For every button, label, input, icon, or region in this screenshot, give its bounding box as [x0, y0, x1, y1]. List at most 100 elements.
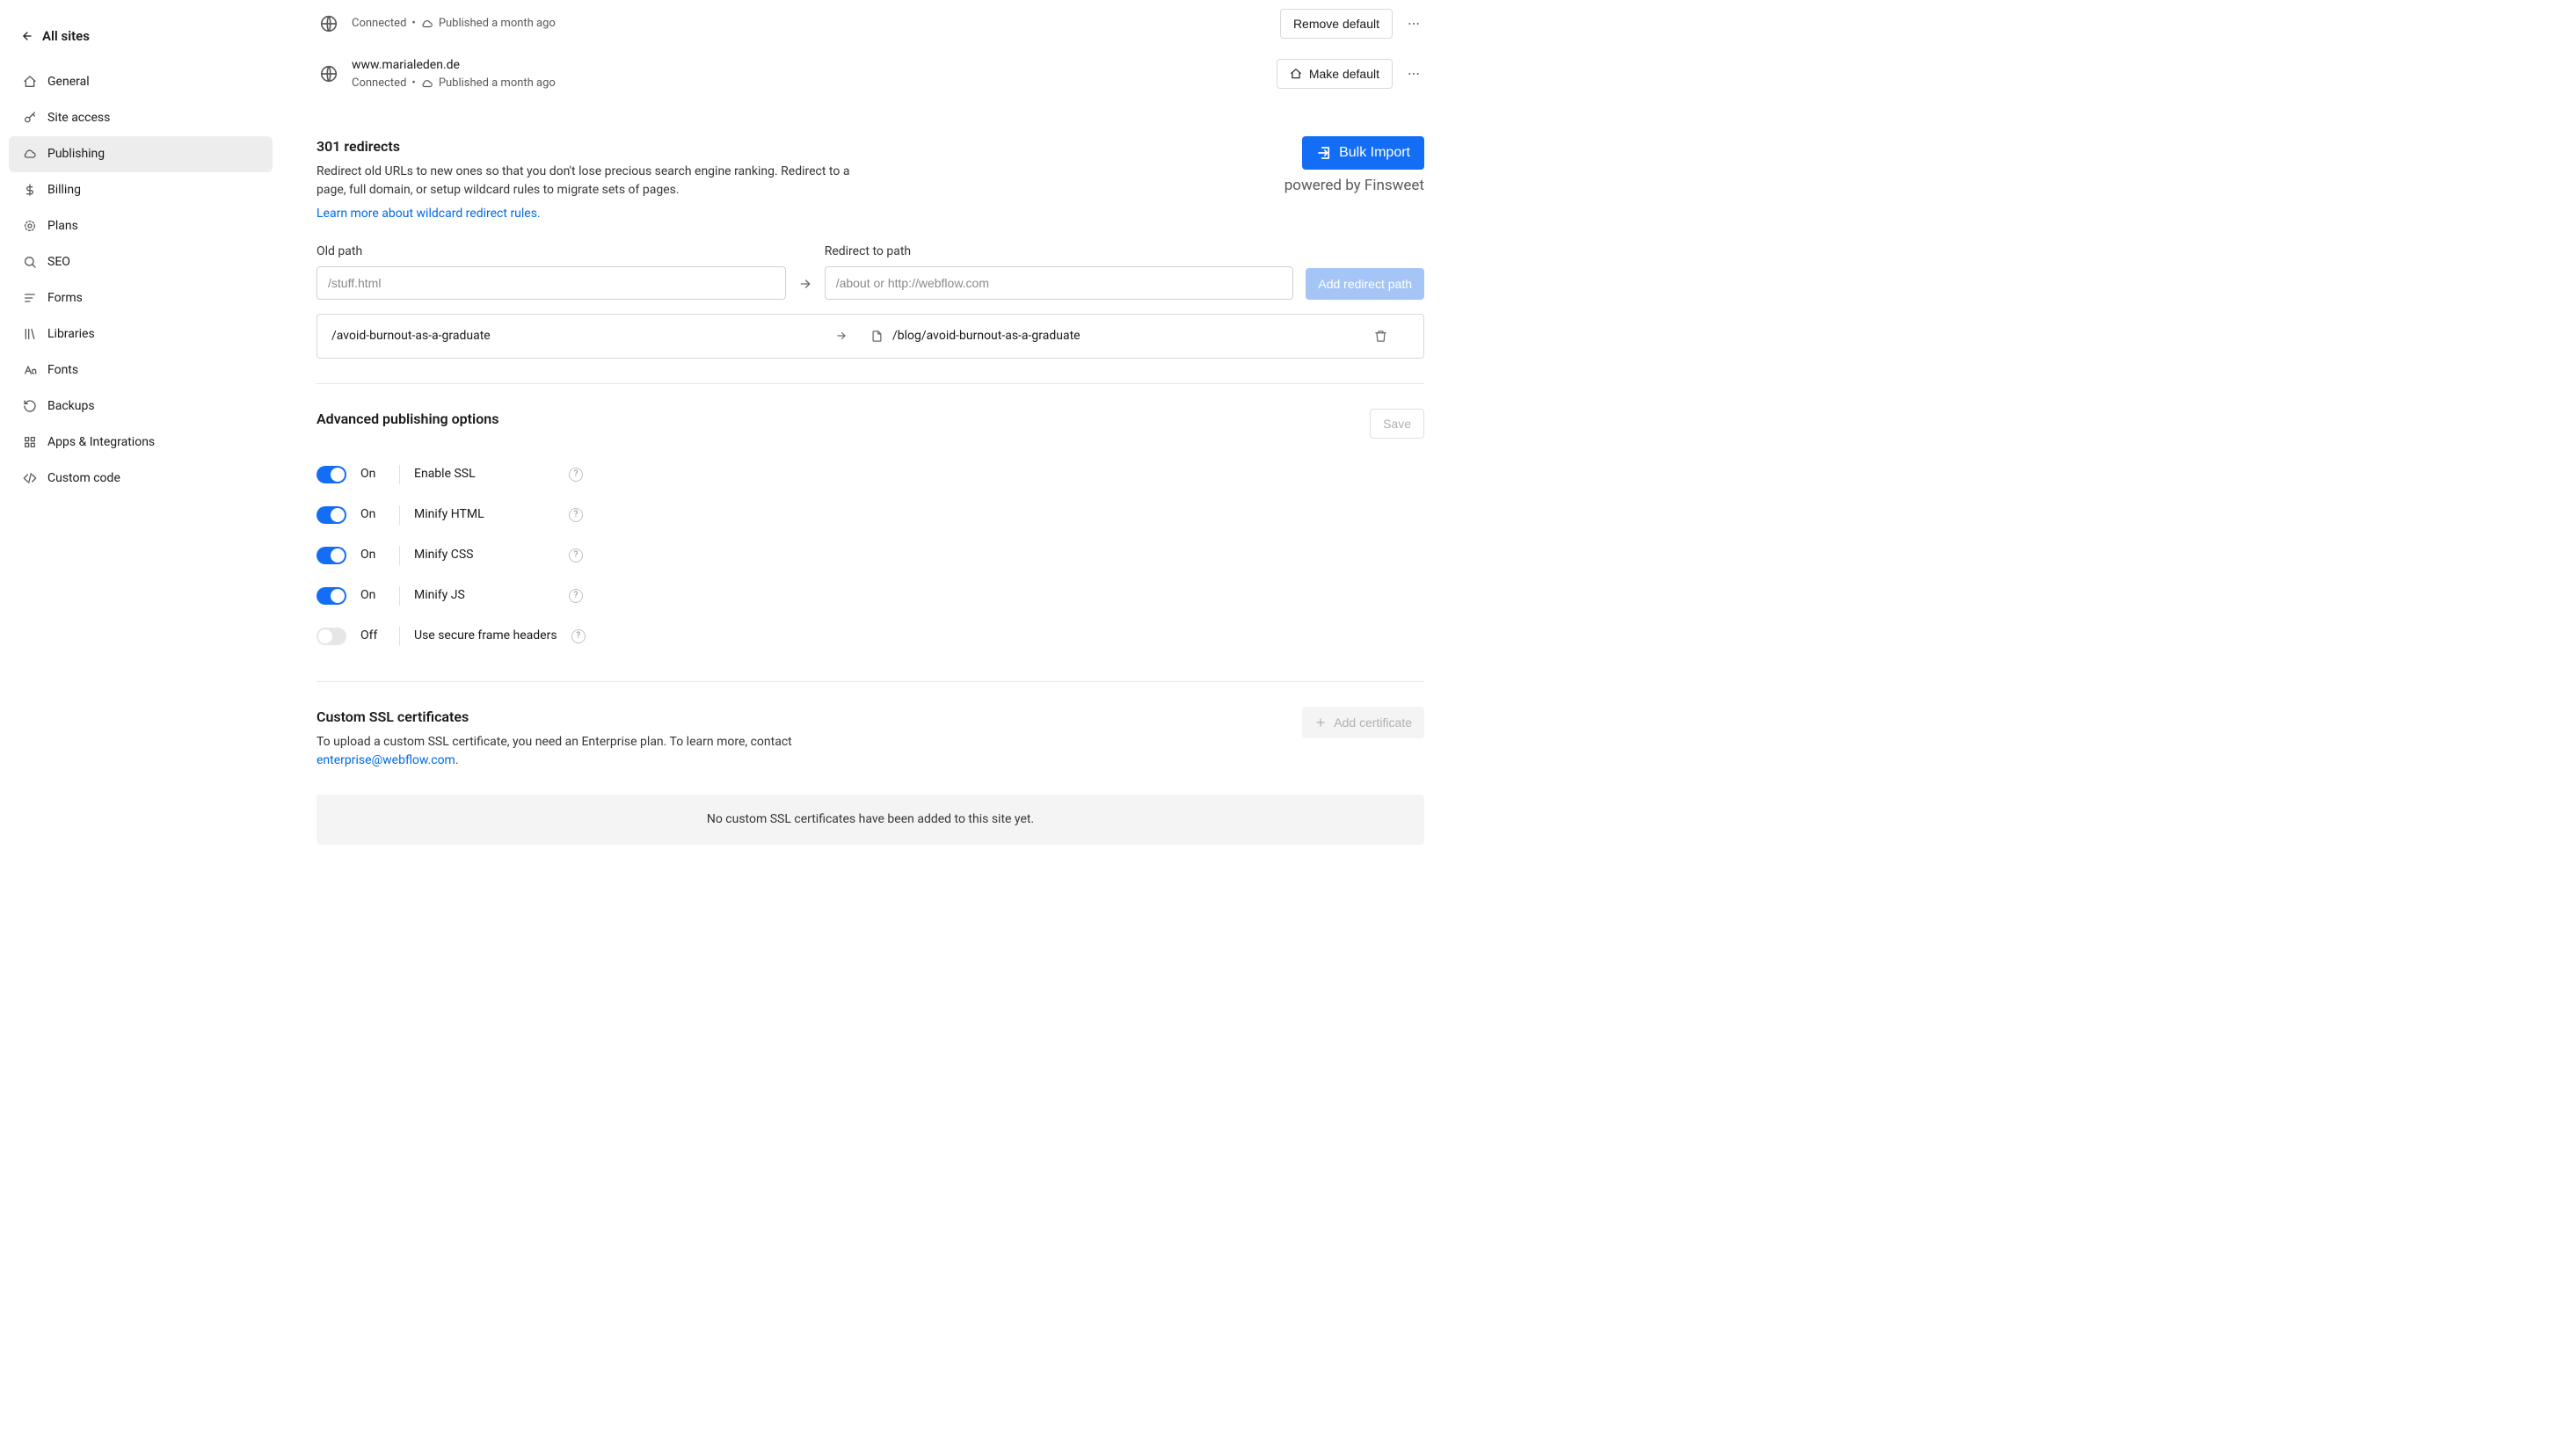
remove-default-button[interactable]: Remove default: [1280, 9, 1393, 39]
option-label: Minify CSS: [414, 546, 555, 564]
import-icon: [1316, 145, 1332, 161]
grid-icon: [23, 435, 37, 449]
cloud-icon: [23, 147, 37, 161]
more-options-button[interactable]: [1403, 63, 1424, 84]
cloud-check-icon: [421, 77, 433, 90]
arrow-left-icon: [21, 30, 33, 42]
sidebar-item-label: Site access: [47, 109, 110, 127]
help-icon[interactable]: ?: [571, 629, 586, 643]
option-label: Minify HTML: [414, 505, 555, 524]
sidebar-item-plans[interactable]: Plans: [9, 208, 273, 244]
option-row: OnMinify CSS?: [317, 535, 1424, 576]
globe-icon: [317, 62, 341, 86]
domain-row: www.marialeden.de Connected • Published …: [317, 47, 1424, 101]
divider: [399, 505, 400, 525]
option-label: Minify JS: [414, 586, 555, 605]
old-path-input[interactable]: [317, 266, 786, 300]
option-label: Enable SSL: [414, 465, 555, 483]
sidebar-item-site-access[interactable]: Site access: [9, 100, 273, 136]
font-icon: [23, 363, 37, 377]
advanced-title: Advanced publishing options: [317, 409, 498, 430]
back-label: All sites: [42, 26, 90, 47]
home-icon: [23, 75, 37, 89]
redirect-from: /avoid-burnout-as-a-graduate: [331, 327, 835, 345]
domain-status: Connected • Published a month ago: [352, 75, 1277, 92]
enterprise-email-link[interactable]: enterprise@webflow.com: [317, 753, 455, 767]
toggle-state: On: [360, 505, 385, 524]
add-redirect-button[interactable]: Add redirect path: [1306, 268, 1424, 300]
option-row: OnEnable SSL?: [317, 454, 1424, 495]
more-options-button[interactable]: [1403, 13, 1424, 34]
option-row: On Minify HTML?: [317, 495, 1424, 535]
globe-icon: [317, 11, 341, 36]
delete-redirect-button[interactable]: [1374, 330, 1409, 343]
toggle-minify-js[interactable]: [317, 587, 346, 605]
sidebar-item-publishing[interactable]: Publishing: [9, 136, 273, 172]
sidebar-item-label: Custom code: [47, 469, 120, 488]
sidebar-item-general[interactable]: General: [9, 64, 273, 100]
bulk-import-button[interactable]: Bulk Import: [1302, 136, 1424, 170]
sidebar-item-forms[interactable]: Forms: [9, 280, 273, 316]
restore-icon: [23, 399, 37, 413]
divider: [399, 627, 400, 646]
sidebar-item-label: Libraries: [47, 325, 95, 344]
sidebar-item-label: General: [47, 73, 90, 91]
search-icon: [23, 255, 37, 269]
back-all-sites[interactable]: All sites: [0, 18, 281, 64]
old-path-label: Old path: [317, 243, 786, 261]
divider: [399, 586, 400, 606]
add-certificate-button[interactable]: Add certificate: [1302, 707, 1424, 738]
ssl-empty-state: No custom SSL certificates have been add…: [317, 795, 1424, 845]
toggle-enable-ssl[interactable]: [317, 466, 346, 483]
sidebar-item-apps-integrations[interactable]: Apps & Integrations: [9, 425, 273, 461]
redirect-to-label: Redirect to path: [825, 243, 1294, 261]
toggle-state: On: [360, 586, 385, 605]
sidebar-item-label: Publishing: [47, 145, 105, 163]
redirect-to: /blog/avoid-burnout-as-a-graduate: [892, 327, 1081, 345]
save-button[interactable]: Save: [1370, 409, 1424, 439]
sidebar-item-label: Backups: [47, 397, 95, 416]
sidebar-item-billing[interactable]: Billing: [9, 172, 273, 208]
toggle-minify-css[interactable]: [317, 547, 346, 564]
learn-more-link[interactable]: Learn more about wildcard redirect rules…: [317, 207, 541, 221]
home-icon: [1290, 68, 1302, 80]
code-icon: [23, 471, 37, 485]
sidebar-item-label: Forms: [47, 289, 83, 308]
divider: [399, 546, 400, 565]
sidebar-item-seo[interactable]: SEO: [9, 244, 273, 280]
option-row: On Minify JS?: [317, 576, 1424, 616]
settings-sidebar: All sites General Site access Publishing…: [0, 0, 281, 1445]
domain-row: Connected • Published a month ago Remove…: [317, 0, 1424, 47]
sidebar-item-label: Apps & Integrations: [47, 433, 155, 452]
page-icon: [870, 330, 884, 343]
list-icon: [23, 291, 37, 305]
sidebar-item-libraries[interactable]: Libraries: [9, 316, 273, 352]
domain-name: www.marialeden.de: [352, 56, 1277, 75]
sidebar-item-label: Plans: [47, 217, 78, 236]
redirect-to-input[interactable]: [825, 266, 1294, 300]
sidebar-item-fonts[interactable]: Fonts: [9, 352, 273, 388]
key-icon: [23, 111, 37, 125]
help-icon[interactable]: ?: [569, 468, 583, 482]
library-icon: [23, 327, 37, 341]
option-row: Off Use secure frame headers?: [317, 616, 1424, 657]
sidebar-item-backups[interactable]: Backups: [9, 388, 273, 425]
sidebar-item-label: Billing: [47, 181, 81, 200]
sidebar-item-custom-code[interactable]: Custom code: [9, 461, 273, 497]
help-icon[interactable]: ?: [569, 589, 583, 603]
option-label: Use secure frame headers: [414, 627, 557, 645]
help-icon[interactable]: ?: [569, 508, 583, 522]
plus-icon: [1314, 716, 1327, 729]
redirect-row: /avoid-burnout-as-a-graduate /blog/avoid…: [317, 314, 1424, 359]
toggle-use-secure-frame-headers[interactable]: [317, 628, 346, 645]
sidebar-item-label: Fonts: [47, 361, 78, 380]
ssl-title: Custom SSL certificates: [317, 707, 879, 728]
make-default-button[interactable]: Make default: [1277, 59, 1393, 89]
toggle-minify-html[interactable]: [317, 506, 346, 524]
sidebar-item-label: SEO: [47, 253, 70, 272]
arrow-right-icon: [798, 277, 812, 300]
ssl-desc: To upload a custom SSL certificate, you …: [317, 733, 879, 770]
toggle-state: Off: [360, 627, 385, 645]
help-icon[interactable]: ?: [569, 548, 583, 563]
domain-status: Connected • Published a month ago: [352, 15, 1280, 33]
